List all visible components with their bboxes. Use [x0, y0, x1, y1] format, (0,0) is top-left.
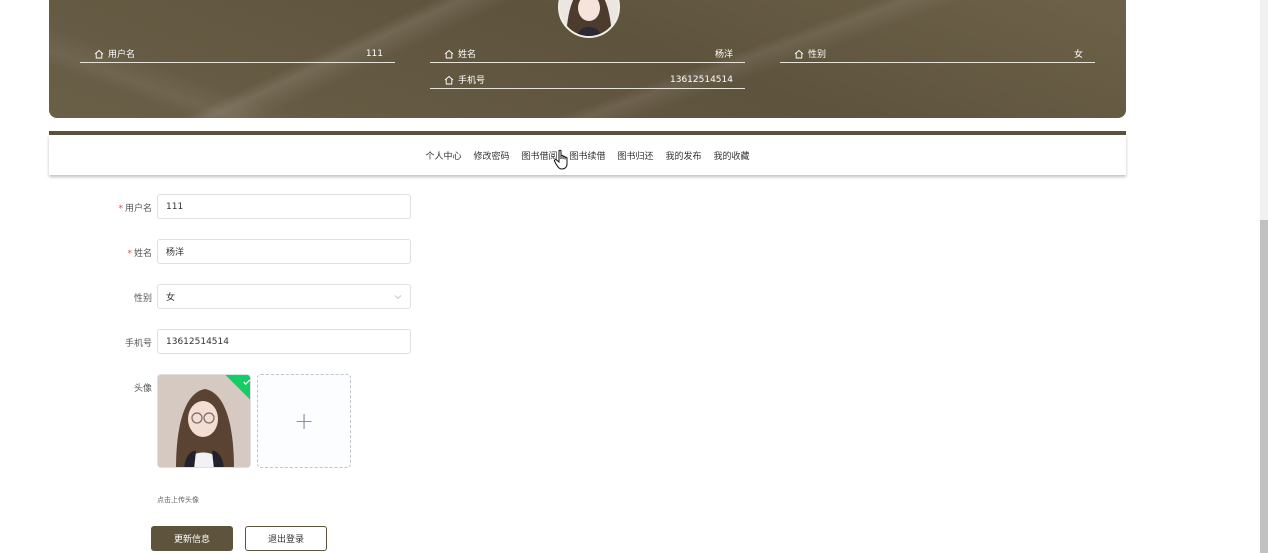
header-gender-value: 女 [1073, 50, 1083, 60]
chevron-down-icon [394, 293, 402, 301]
header-phone-value: 13612514514 [670, 74, 733, 85]
required-mark: * [118, 204, 123, 214]
profile-nav: 个人中心 修改密码 图书借阅 图书续借 图书归还 我的发布 我的收藏 [49, 135, 1126, 175]
username-form-label: * 用户名 [118, 204, 152, 214]
scrollbar-thumb[interactable] [1260, 220, 1268, 553]
header-phone-field: 手机号 13612514514 [430, 71, 745, 89]
header-username-value: 111 [365, 48, 383, 59]
phone-form-label: 手机号 [124, 339, 152, 349]
avatar-photo [158, 375, 250, 467]
phone-input[interactable]: 13612514514 [157, 329, 411, 354]
nav-item-personal-center[interactable]: 个人中心 [425, 149, 461, 162]
required-mark: * [127, 249, 132, 259]
logout-button[interactable]: 退出登录 [245, 526, 327, 551]
gender-select[interactable]: 女 [157, 284, 411, 309]
nav-item-my-favorites[interactable]: 我的收藏 [714, 149, 750, 162]
avatar-thumbnail[interactable] [157, 374, 251, 468]
header-username-label: 用户名 [108, 50, 136, 60]
header-gender-label: 性别 [808, 50, 827, 60]
name-input[interactable]: 杨洋 [157, 239, 411, 264]
hand-cursor-icon [553, 149, 571, 171]
avatar-upload-button[interactable]: + [257, 374, 351, 468]
header-name-field: 姓名 杨洋 [430, 45, 745, 63]
nav-item-my-posts[interactable]: 我的发布 [666, 149, 702, 162]
username-input[interactable]: 111 [157, 194, 411, 219]
header-gender-field: 性别 女 [780, 45, 1095, 63]
avatar-form-label: 头像 [133, 384, 152, 394]
avatar-upload-tip: 点击上传头像 [157, 496, 199, 504]
nav-item-change-password[interactable]: 修改密码 [473, 149, 509, 162]
nav-item-book-return[interactable]: 图书归还 [618, 149, 654, 162]
gender-form-label: 性别 [133, 294, 152, 304]
check-icon [243, 379, 250, 386]
header-name-label: 姓名 [458, 50, 477, 60]
home-icon [794, 49, 804, 59]
header-name-value: 杨洋 [714, 50, 733, 60]
header-phone-label: 手机号 [458, 76, 486, 86]
home-icon [444, 75, 454, 85]
gender-select-value: 女 [166, 293, 176, 303]
home-icon [444, 49, 454, 59]
home-icon [94, 49, 104, 59]
update-info-button[interactable]: 更新信息 [151, 526, 233, 551]
nav-item-book-renew[interactable]: 图书续借 [569, 149, 605, 162]
header-username-field: 用户名 111 [80, 45, 395, 63]
name-form-label: * 姓名 [127, 249, 152, 259]
